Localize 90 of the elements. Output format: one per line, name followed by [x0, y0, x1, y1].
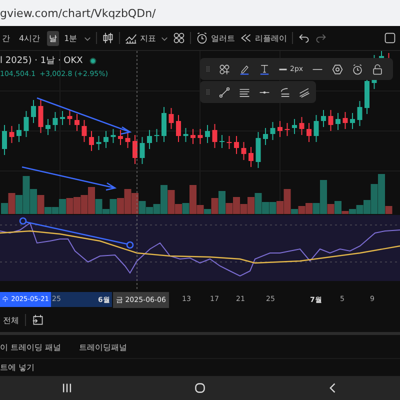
lock-icon[interactable] — [372, 64, 384, 74]
pencil-icon[interactable] — [239, 64, 250, 74]
candle — [147, 130, 152, 150]
candle — [96, 136, 102, 150]
candle — [82, 120, 87, 142]
candle — [2, 124, 7, 156]
alarm-add-icon[interactable] — [352, 64, 364, 74]
candle — [46, 118, 50, 136]
candle — [183, 128, 188, 142]
candle — [9, 126, 14, 144]
undo-icon[interactable] — [298, 32, 310, 44]
grid-icon[interactable] — [173, 32, 186, 44]
candlestick-icon[interactable] — [102, 32, 114, 44]
candle — [190, 128, 196, 144]
url-text: gview.com/chart/VkqzbQDn/ — [0, 6, 156, 20]
candle — [278, 120, 282, 138]
fullscreen-icon[interactable] — [384, 32, 396, 44]
market-status-icon — [88, 56, 97, 64]
alarm-clock-icon — [196, 32, 208, 44]
candle — [74, 114, 80, 132]
candle — [67, 110, 72, 126]
recent-apps-icon[interactable] — [60, 382, 73, 394]
candle — [256, 132, 261, 168]
indicators-button[interactable]: 지표 — [125, 32, 156, 44]
menu-item[interactable]: 트에 넣기 — [0, 362, 35, 373]
horizontal-lines-icon[interactable] — [239, 86, 250, 98]
candle — [140, 136, 145, 164]
text-tool-icon[interactable] — [259, 64, 270, 74]
candle — [248, 146, 254, 168]
candle — [205, 124, 210, 144]
candle — [234, 136, 239, 154]
candle — [104, 130, 108, 148]
interval-tab[interactable]: 날 — [47, 30, 60, 46]
drag-handle-icon[interactable] — [206, 65, 210, 73]
candle — [226, 136, 232, 150]
candle — [350, 112, 355, 130]
drag-handle-icon[interactable] — [206, 88, 210, 96]
candle — [357, 100, 362, 126]
candle — [52, 112, 58, 132]
range-button[interactable]: 전체 — [3, 314, 19, 326]
panel-tab[interactable]: 트레이딩패널 — [79, 342, 128, 352]
candle — [89, 130, 94, 152]
candle — [212, 124, 218, 148]
candle — [284, 122, 290, 136]
candle — [220, 134, 224, 148]
candle — [198, 128, 203, 144]
candle — [24, 110, 29, 138]
settings-icon[interactable] — [332, 64, 344, 74]
home-icon[interactable] — [194, 382, 206, 394]
candle — [270, 122, 276, 140]
candle — [328, 110, 334, 132]
candle — [60, 110, 65, 126]
candle — [154, 128, 160, 142]
candle — [292, 118, 297, 134]
caret-icon — [84, 34, 92, 42]
candle — [342, 112, 348, 130]
candle — [176, 114, 181, 142]
candle — [168, 108, 174, 130]
symbol-title: l 2025) · 1날 · OKX — [0, 55, 83, 67]
candle — [132, 134, 138, 164]
shapes-icon[interactable] — [219, 64, 230, 74]
fibonacci-icon[interactable] — [279, 86, 290, 98]
alert-button[interactable]: 얼러트 — [196, 32, 236, 44]
candle — [118, 130, 123, 146]
panel-tab[interactable]: 이 트레이딩 패널 — [0, 342, 62, 352]
interval-tab[interactable]: 4시간 — [17, 30, 42, 46]
replay-button[interactable]: 리플레이 — [240, 32, 288, 44]
address-bar[interactable]: gview.com/chart/VkqzbQDn/ — [0, 0, 400, 26]
candle — [16, 124, 22, 142]
candle — [241, 142, 246, 160]
interval-tab[interactable]: 간 — [0, 30, 12, 46]
interval-dropdown[interactable]: 1분 — [64, 32, 92, 44]
calendar-icon[interactable] — [32, 314, 44, 326]
candle — [321, 110, 326, 128]
parallel-channel-icon[interactable] — [299, 86, 310, 98]
candle — [38, 100, 44, 134]
redo-icon[interactable] — [315, 32, 328, 44]
chart-icon — [125, 32, 138, 44]
rewind-icon — [240, 32, 252, 44]
caret-icon[interactable] — [161, 34, 168, 42]
trend-line-icon[interactable] — [219, 86, 230, 98]
candle — [336, 112, 340, 130]
candle — [314, 114, 319, 142]
candle — [125, 132, 130, 148]
candle — [299, 116, 304, 136]
candle — [162, 106, 166, 142]
candle — [263, 128, 268, 146]
candle — [306, 122, 312, 142]
candle — [31, 100, 36, 124]
candle — [110, 128, 116, 144]
